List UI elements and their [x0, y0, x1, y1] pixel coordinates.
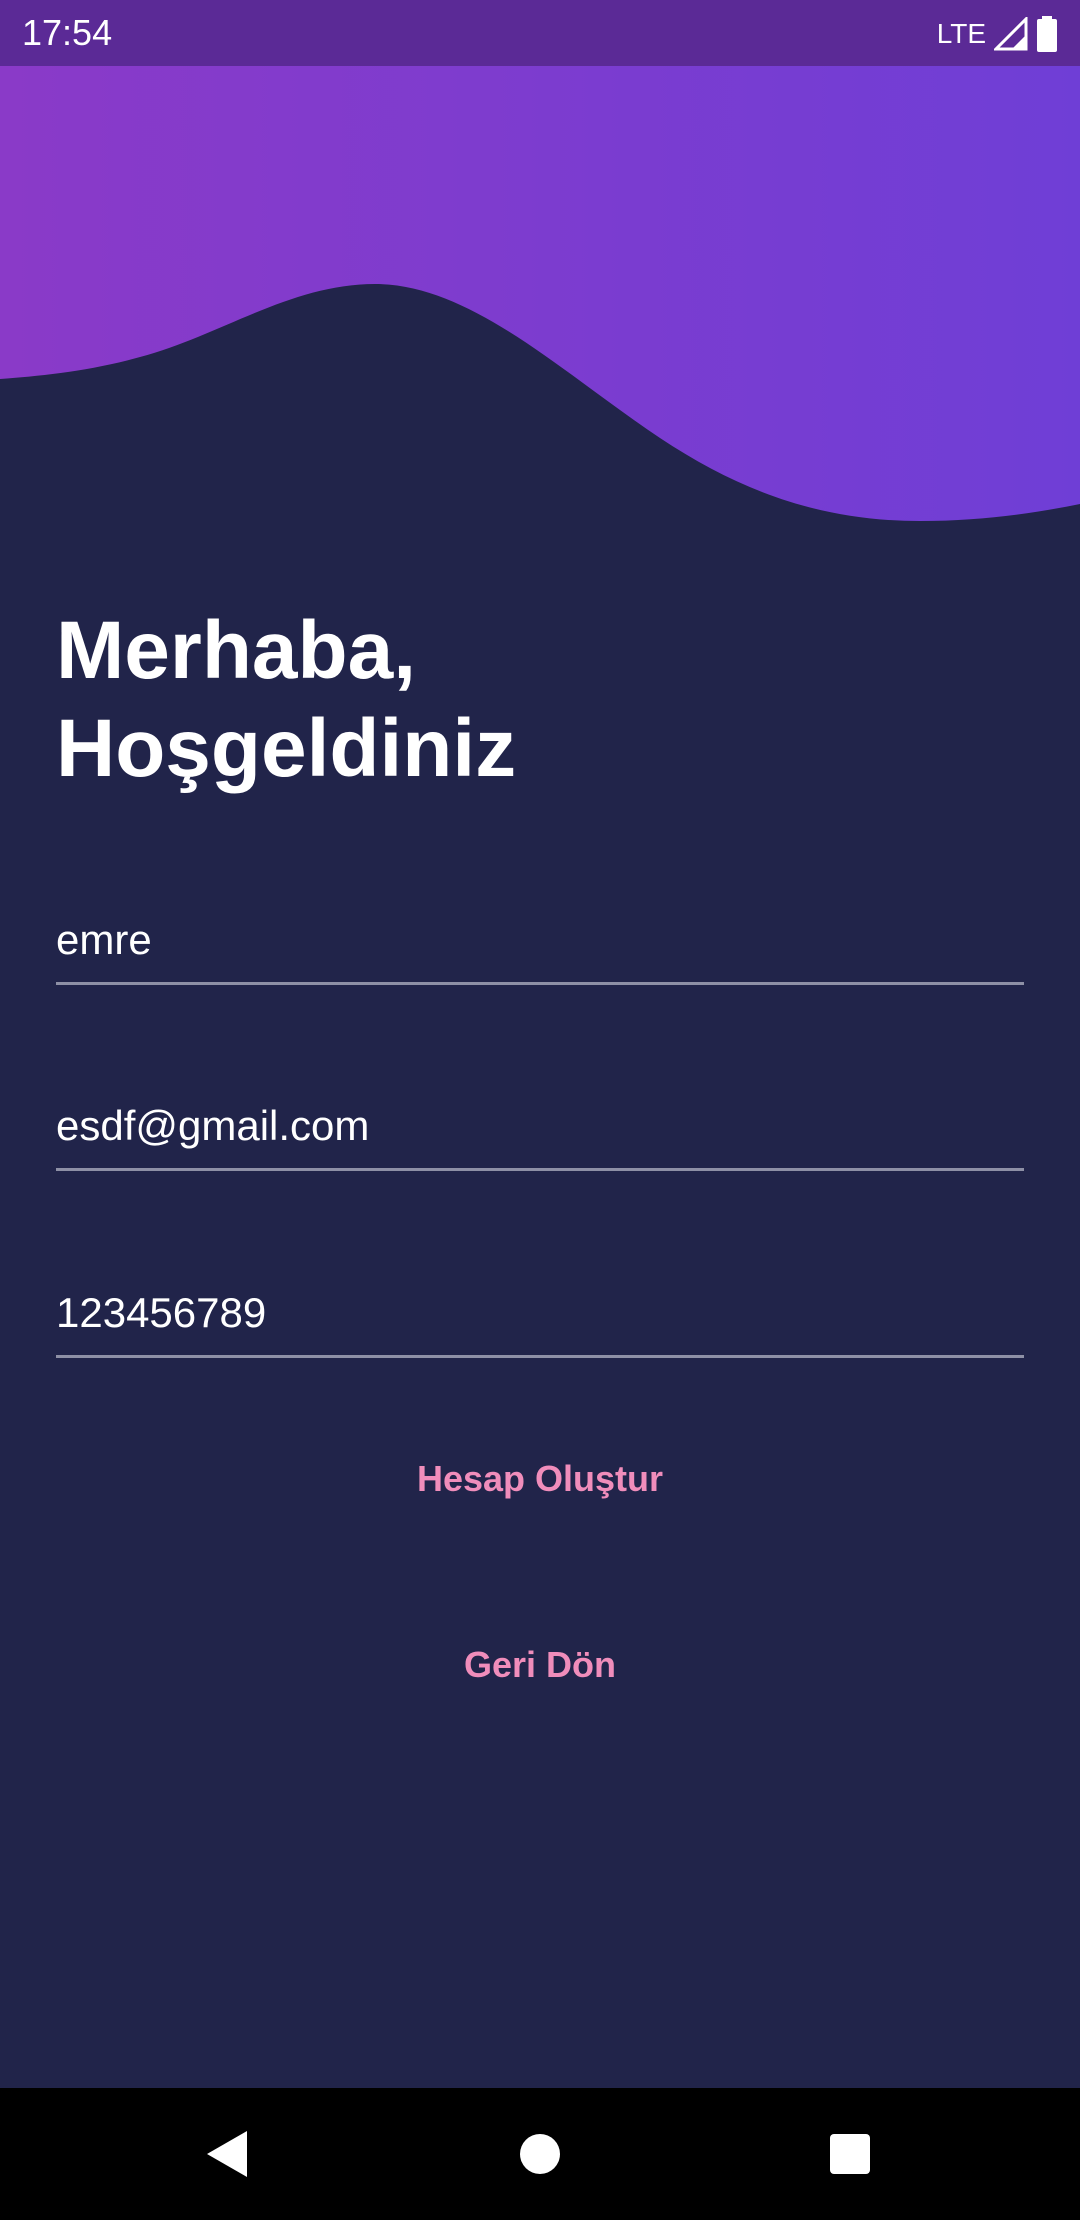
status-icons: LTE	[937, 12, 1058, 56]
network-type-label: LTE	[936, 18, 986, 49]
back-triangle-icon	[207, 2131, 247, 2177]
greeting-line-1: Merhaba,	[56, 605, 416, 696]
password-field	[56, 1265, 1024, 1358]
password-input[interactable]	[56, 1285, 1024, 1341]
status-bar: 17:54 LTE	[0, 0, 1080, 66]
recents-square-icon	[830, 2134, 870, 2174]
name-field	[56, 892, 1024, 985]
battery-icon	[1037, 16, 1057, 52]
status-time: 17:54	[22, 12, 113, 53]
back-button[interactable]: Geri Dön	[340, 1620, 740, 1710]
register-screen: Merhaba, Hoşgeldiniz Hesap Oluştur Geri …	[0, 0, 1080, 2088]
email-field	[56, 1078, 1024, 1171]
nav-home-button[interactable]	[500, 2114, 580, 2194]
greeting-line-2: Hoşgeldiniz	[56, 703, 517, 794]
name-input[interactable]	[56, 912, 1024, 968]
nav-back-button[interactable]	[186, 2114, 266, 2194]
home-circle-icon	[520, 2134, 560, 2174]
greeting-title: Merhaba, Hoşgeldiniz	[56, 602, 516, 798]
signal-icon	[994, 17, 1028, 51]
nav-recents-button[interactable]	[810, 2114, 890, 2194]
navigation-bar	[0, 2088, 1080, 2220]
create-account-button[interactable]: Hesap Oluştur	[340, 1434, 740, 1524]
email-input[interactable]	[56, 1098, 1024, 1154]
